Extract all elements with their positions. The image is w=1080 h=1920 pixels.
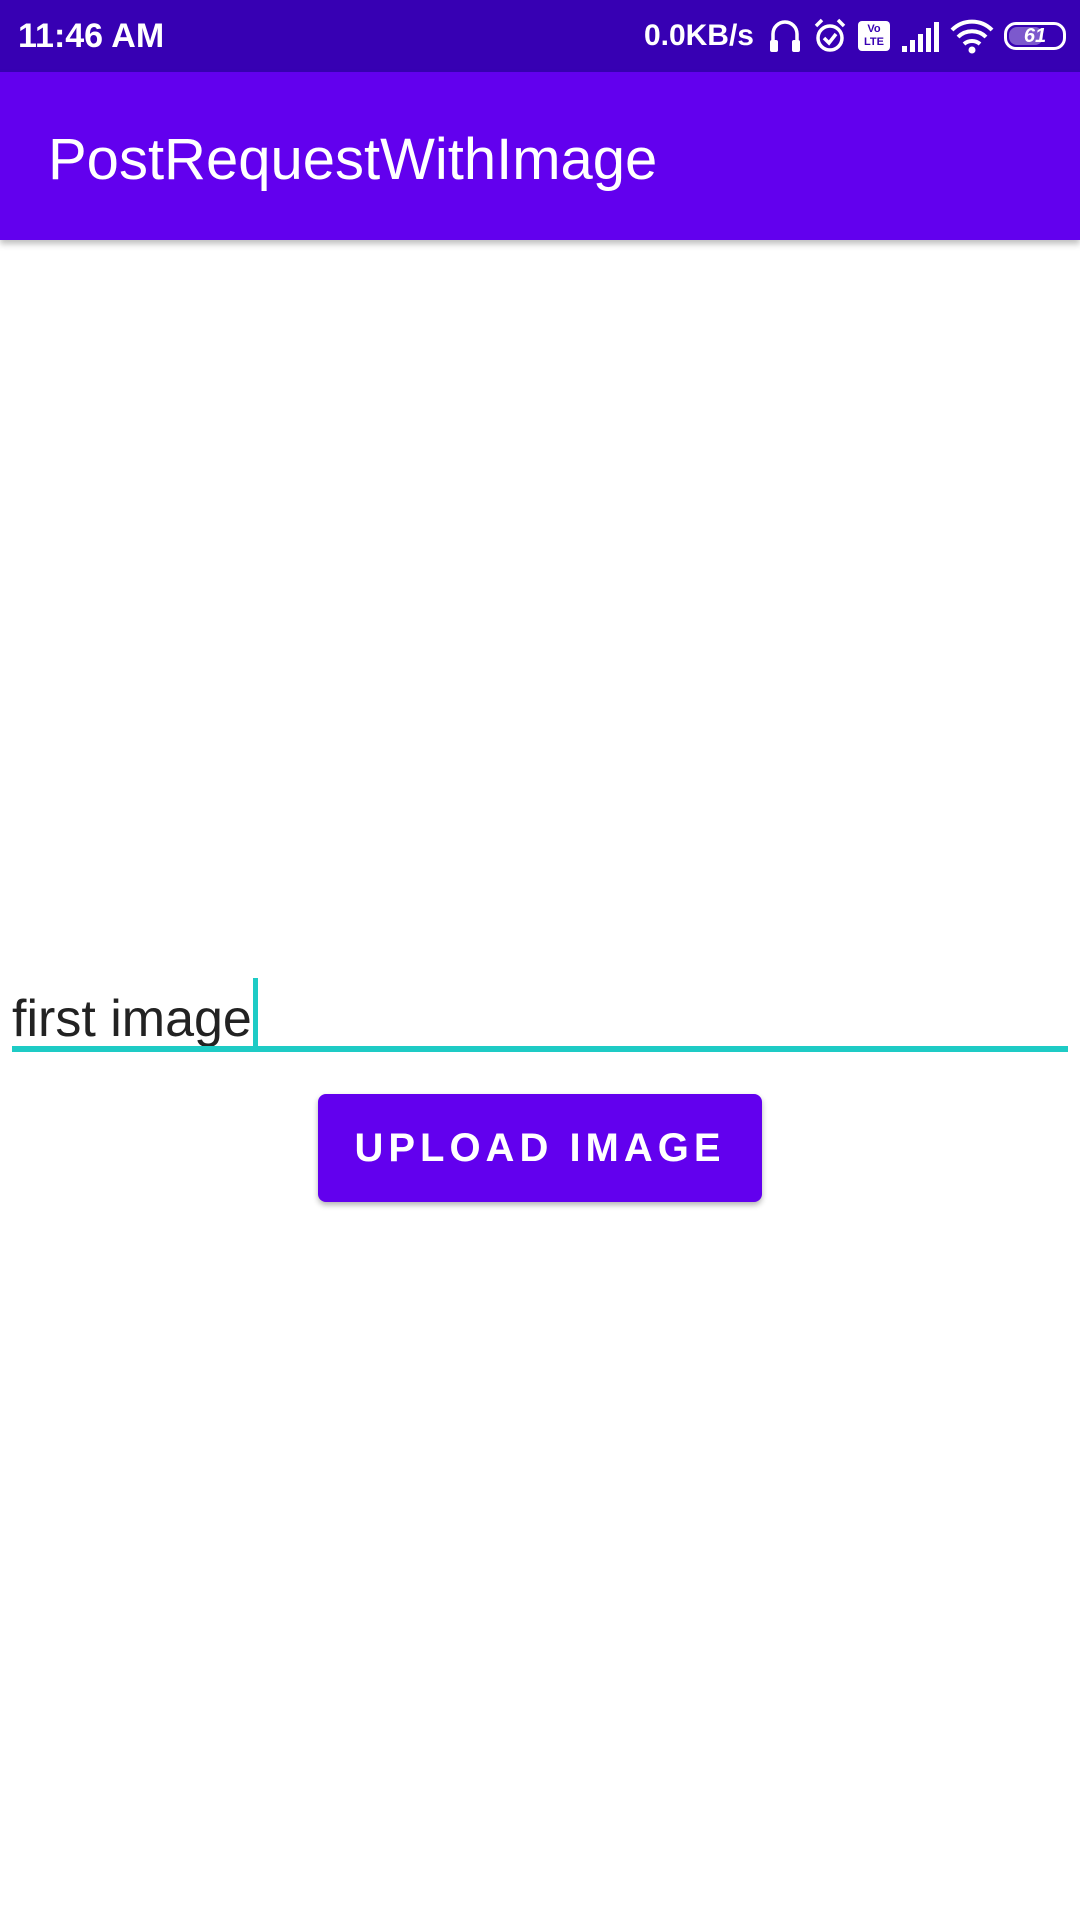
network-speed: 0.0KB/s [643,19,754,52]
battery-icon: 61 [1004,22,1066,50]
text-cursor [252,978,258,1052]
headphones-icon [768,16,802,56]
status-icons: 0.0KB/s Vo LTE 61 [644,14,1066,58]
app-screen: 11:46 AM 0.0KB/s Vo LTE 61 PostRequestWi… [0,0,1080,1920]
battery-level: 61 [1023,25,1047,47]
app-bar: PostRequestWithImage [0,72,1080,240]
upload-image-button[interactable]: UPLOAD IMAGE [318,1094,762,1202]
app-title: PostRequestWithImage [48,127,658,192]
wifi-icon [950,16,994,56]
image-name-value: first image [12,990,252,1048]
image-name-text[interactable]: first image [12,978,258,1052]
image-name-input[interactable]: first image [12,962,1068,1054]
alarm-icon [812,16,848,56]
status-time: 11:46 AM [18,17,165,55]
cell-signal-icon [900,16,940,56]
status-bar: 11:46 AM 0.0KB/s Vo LTE 61 [0,0,1080,72]
volte-icon: Vo LTE [858,21,890,51]
input-underline [12,1046,1068,1052]
